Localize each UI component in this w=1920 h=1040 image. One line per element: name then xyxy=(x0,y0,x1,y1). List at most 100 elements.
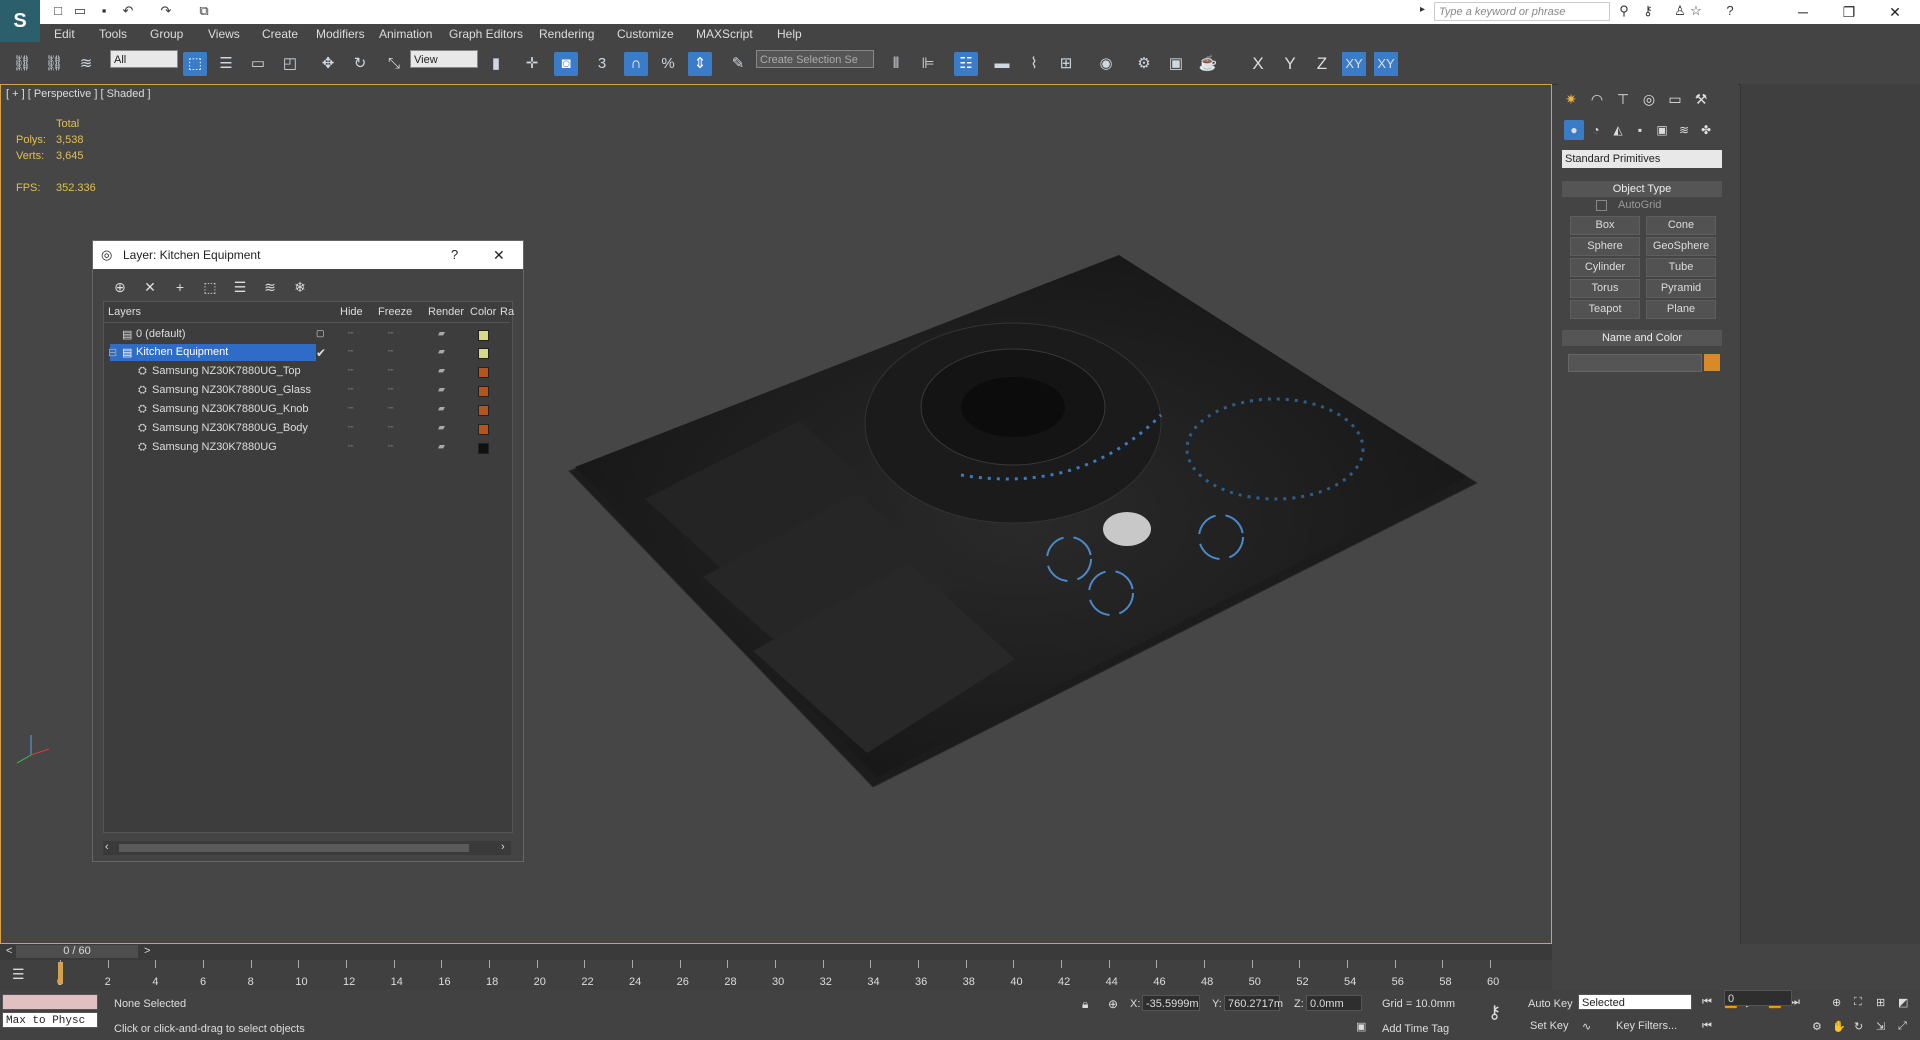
highlight-layer-icon[interactable]: ☰ xyxy=(229,277,251,297)
scroll-thumb[interactable] xyxy=(119,844,469,852)
time-config-icon[interactable]: ⚙ xyxy=(1812,1020,1822,1033)
app-logo[interactable]: S xyxy=(0,0,40,42)
freeze-toggle[interactable]: ┈ xyxy=(388,328,393,339)
add-time-tag[interactable]: Add Time Tag xyxy=(1382,1023,1449,1035)
select-by-name-icon[interactable]: ☰ xyxy=(214,52,238,76)
link-icon[interactable]: ⛓ xyxy=(10,52,34,76)
menu-help[interactable]: Help xyxy=(777,27,802,41)
collapse-icon[interactable]: ⊟ xyxy=(108,346,117,359)
zoom-extents-icon[interactable]: ⊕ xyxy=(1832,996,1841,1009)
x-coordinate-field[interactable]: -35.5999m xyxy=(1142,995,1200,1011)
unlink-icon[interactable]: ⛓ xyxy=(42,52,66,76)
mirror-icon[interactable]: ⫴ xyxy=(884,52,908,76)
set-key-mode-icon[interactable]: ⚷ xyxy=(1488,1002,1501,1023)
close-icon[interactable]: ✕ xyxy=(1872,0,1918,24)
layer-dialog-titlebar[interactable]: ◎ Layer: Kitchen Equipment ? ✕ xyxy=(93,241,523,269)
scroll-left-icon[interactable]: ‹ xyxy=(105,841,109,853)
cone-button[interactable]: Cone xyxy=(1646,216,1716,235)
active-layer-icon[interactable]: ▢ xyxy=(316,328,325,339)
object-color-swatch[interactable] xyxy=(478,424,489,435)
hide-toggle[interactable]: ┈ xyxy=(348,403,353,414)
create-layer-icon[interactable]: ⊕ xyxy=(109,277,131,297)
tube-button[interactable]: Tube xyxy=(1646,258,1716,277)
time-slider-thumb[interactable]: 0 / 60 xyxy=(16,945,138,958)
object-color-swatch[interactable] xyxy=(478,405,489,416)
redo-icon[interactable]: ↷ xyxy=(158,3,174,19)
time-next-icon[interactable]: > xyxy=(144,945,150,957)
window-crossing-icon[interactable]: ◰ xyxy=(278,52,302,76)
teapot-button[interactable]: Teapot xyxy=(1570,300,1640,319)
utilities-tab-icon[interactable]: ⚒ xyxy=(1690,88,1712,110)
render-toggle[interactable]: ▰ xyxy=(438,328,445,339)
project-icon[interactable]: ⧉ xyxy=(196,3,212,19)
geometry-icon[interactable]: ● xyxy=(1564,120,1584,140)
col-color[interactable]: Color xyxy=(470,306,496,318)
move-icon[interactable]: ✥ xyxy=(316,52,340,76)
rotate-icon[interactable]: ↻ xyxy=(348,52,372,76)
edit-named-selection-icon[interactable]: ✎ xyxy=(726,52,750,76)
freeze-toggle[interactable]: ┈ xyxy=(388,441,393,452)
display-tab-icon[interactable]: ▭ xyxy=(1664,88,1686,110)
layer-color-swatch[interactable] xyxy=(478,348,489,359)
named-selection-dropdown[interactable]: Create Selection Se xyxy=(756,50,874,68)
helpers-icon[interactable]: ▣ xyxy=(1652,120,1672,140)
curve-editor-icon[interactable]: ⌇ xyxy=(1022,52,1046,76)
binoculars-icon[interactable]: ⚲ xyxy=(1616,3,1632,19)
open-file-icon[interactable]: ▭ xyxy=(72,3,88,19)
torus-button[interactable]: Torus xyxy=(1570,279,1640,298)
layer-dialog-close-button[interactable]: ✕ xyxy=(493,241,505,269)
layer-row-default[interactable]: ▤ 0 (default) ▢ ┈ ┈ ▰ xyxy=(104,326,510,344)
axis-xy-lock-button[interactable]: XY xyxy=(1374,52,1398,76)
schematic-view-icon[interactable]: ⊞ xyxy=(1054,52,1078,76)
save-icon[interactable]: ▪ xyxy=(96,3,112,19)
shapes-icon[interactable]: ◔ xyxy=(1586,120,1606,140)
name-color-rollout[interactable]: Name and Color xyxy=(1562,330,1722,346)
menu-modifiers[interactable]: Modifiers xyxy=(316,27,365,41)
snap-toggle-icon[interactable]: 3 xyxy=(590,52,614,76)
key-filters-button[interactable]: Key Filters... xyxy=(1616,1020,1677,1032)
menu-edit[interactable]: Edit xyxy=(54,27,75,41)
sphere-button[interactable]: Sphere xyxy=(1570,237,1640,256)
cylinder-button[interactable]: Cylinder xyxy=(1570,258,1640,277)
undo-icon[interactable]: ↶ xyxy=(120,3,136,19)
render-toggle[interactable]: ▰ xyxy=(438,346,445,357)
help-icon[interactable]: ? xyxy=(1722,3,1738,19)
freeze-toggle[interactable]: ┈ xyxy=(388,384,393,395)
time-tag-icon[interactable]: ▣ xyxy=(1356,1020,1366,1033)
pan-icon[interactable]: ✋ xyxy=(1832,1020,1846,1033)
align-icon[interactable]: ⊫ xyxy=(916,52,940,76)
material-editor-icon[interactable]: ◉ xyxy=(1094,52,1118,76)
bind-spacewarp-icon[interactable]: ≋ xyxy=(74,52,98,76)
search-input[interactable]: Type a keyword or phrase xyxy=(1434,2,1610,21)
object-type-rollout[interactable]: Object Type xyxy=(1562,181,1722,197)
render-toggle[interactable]: ▰ xyxy=(438,441,445,452)
render-toggle[interactable]: ▰ xyxy=(438,384,445,395)
set-key-button[interactable]: Set Key xyxy=(1530,1020,1569,1032)
col-render[interactable]: Render xyxy=(428,306,464,318)
current-frame-marker[interactable] xyxy=(58,962,63,984)
user-icon[interactable]: ♙ xyxy=(1672,3,1688,19)
toggle-ribbon-icon[interactable]: ▬ xyxy=(990,52,1014,76)
track-bar[interactable]: ☰ 02468101214161820222426283032343638404… xyxy=(0,960,1552,990)
select-object-icon[interactable]: ⬚ xyxy=(183,52,207,76)
render-toggle[interactable]: ▰ xyxy=(438,422,445,433)
create-tab-icon[interactable]: ✷ xyxy=(1560,88,1582,110)
menu-group[interactable]: Group xyxy=(150,27,183,41)
layer-row-object[interactable]: ⛭ Samsung NZ30K7880UG ┈ ┈ ▰ xyxy=(104,439,510,457)
col-freeze[interactable]: Freeze xyxy=(378,306,412,318)
goto-start-icon[interactable]: ⏮ xyxy=(1702,996,1712,1009)
star-icon[interactable]: ☆ xyxy=(1688,3,1704,19)
axis-z-button[interactable]: Z xyxy=(1310,52,1334,76)
motion-tab-icon[interactable]: ◎ xyxy=(1638,88,1660,110)
menu-tools[interactable]: Tools xyxy=(99,27,127,41)
current-frame-field[interactable]: 0 xyxy=(1724,990,1792,1006)
lights-icon[interactable]: ◭ xyxy=(1608,120,1628,140)
box-button[interactable]: Box xyxy=(1570,216,1640,235)
viewport-label[interactable]: [ + ] [ Perspective ] [ Shaded ] xyxy=(6,88,151,100)
axis-y-button[interactable]: Y xyxy=(1278,52,1302,76)
render-production-icon[interactable]: ☕ xyxy=(1196,52,1220,76)
y-coordinate-field[interactable]: 760.2717m xyxy=(1224,995,1283,1011)
plane-button[interactable]: Plane xyxy=(1646,300,1716,319)
hide-toggle[interactable]: ┈ xyxy=(348,422,353,433)
maxscript-listener-input[interactable]: Max to Physc xyxy=(2,1012,98,1028)
